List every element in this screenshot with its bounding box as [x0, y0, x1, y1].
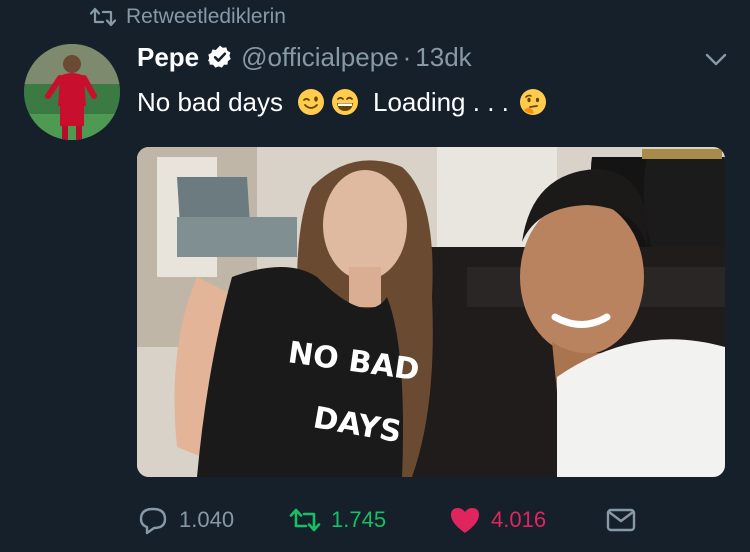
author-name[interactable]: Pepe	[137, 42, 199, 73]
thinking-face-icon	[519, 89, 546, 115]
reply-button[interactable]: 1.040	[137, 500, 234, 540]
envelope-icon	[606, 508, 636, 532]
grinning-face-icon	[331, 89, 358, 115]
winking-face-icon	[297, 89, 324, 115]
like-button[interactable]: 4.016	[449, 500, 546, 540]
tweet-actions: 1.040 1.745 4.016	[137, 500, 737, 540]
verified-badge-icon	[208, 45, 231, 68]
header-separator: ·	[402, 41, 412, 72]
avatar-image	[24, 44, 120, 140]
avatar[interactable]	[24, 44, 120, 140]
like-count: 4.016	[491, 507, 547, 532]
retweet-icon	[90, 7, 116, 27]
tweet-header: Pepe @officialpepe · 13dk	[137, 40, 472, 74]
author-handle[interactable]: @officialpepe	[241, 42, 398, 73]
retweet-icon	[289, 508, 321, 532]
retweet-context-label: Retweetlediklerin	[126, 5, 286, 28]
retweet-button[interactable]: 1.745	[289, 500, 386, 540]
retweet-context[interactable]: Retweetlediklerin	[90, 4, 286, 30]
tweet-timestamp[interactable]: 13dk	[415, 42, 471, 73]
retweet-count: 1.745	[331, 507, 387, 532]
direct-message-button[interactable]	[605, 500, 637, 540]
tweet-text-part2: Loading . . .	[372, 86, 509, 117]
photo-image: NO BAD DAYS	[137, 147, 725, 477]
tweet-text-part1: No bad days	[137, 86, 283, 117]
reply-count: 1.040	[179, 507, 235, 532]
tweet-photo[interactable]: NO BAD DAYS	[137, 147, 725, 477]
reply-icon	[139, 507, 167, 535]
tweet-text: No bad days Loading . . .	[137, 84, 547, 120]
chevron-down-icon[interactable]	[702, 48, 730, 70]
heart-icon	[451, 508, 479, 533]
